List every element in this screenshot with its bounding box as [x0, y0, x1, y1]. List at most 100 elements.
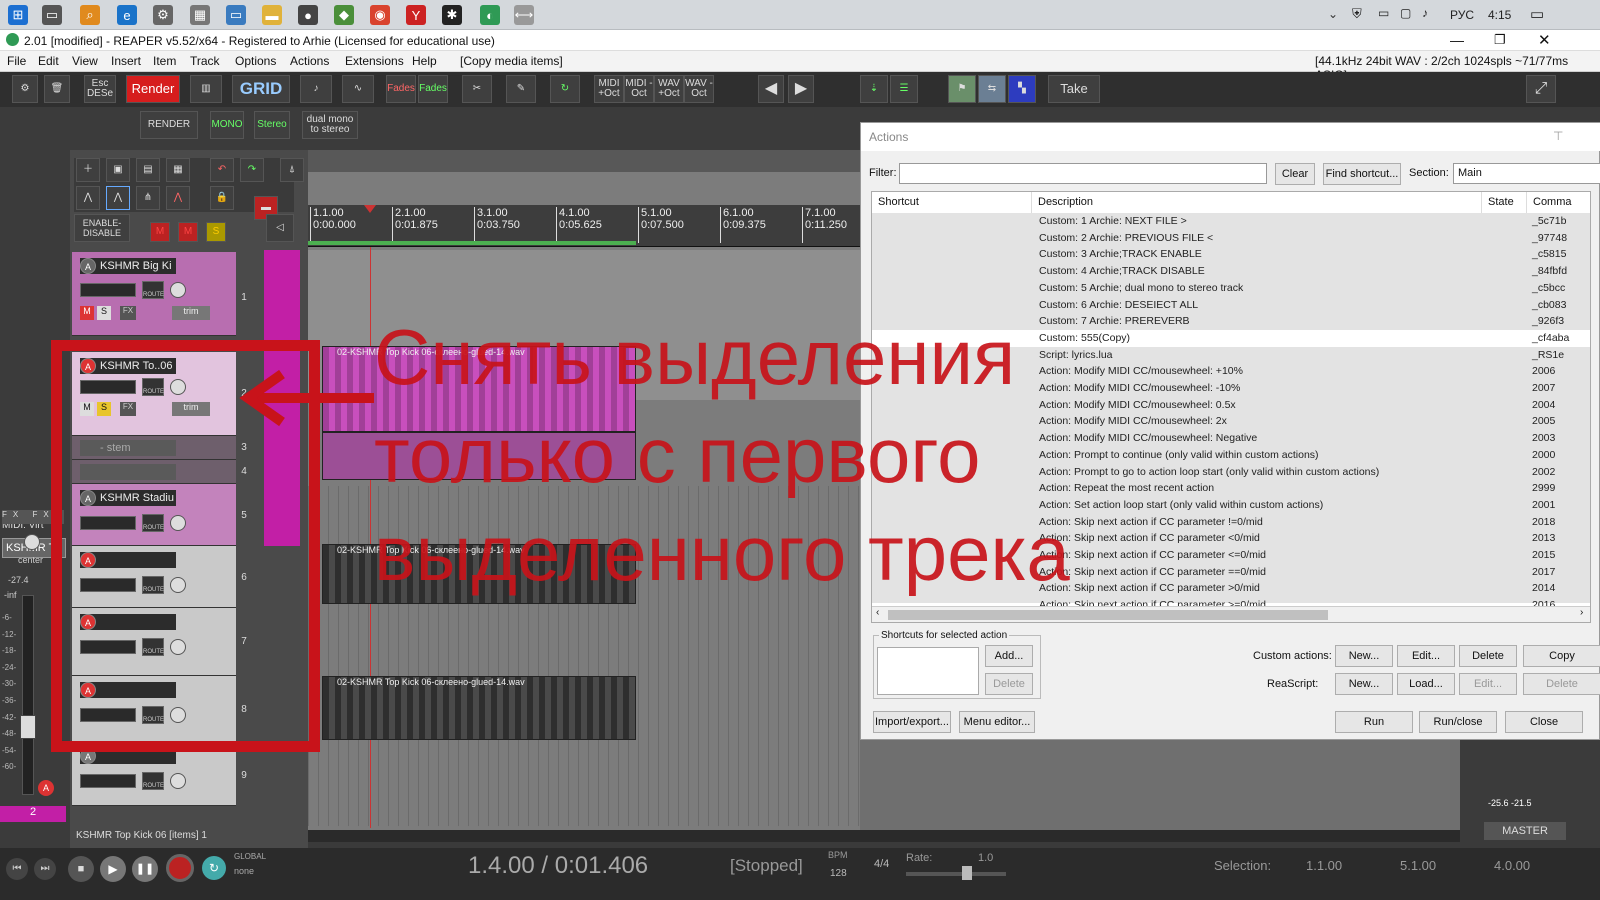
- unmute-all-button[interactable]: M: [178, 222, 198, 242]
- notifications-icon[interactable]: ▭: [1530, 5, 1544, 23]
- fx-button[interactable]: FX: [120, 306, 136, 320]
- render-button[interactable]: Render: [126, 75, 180, 103]
- monitor-icon[interactable]: ▭: [226, 5, 246, 25]
- midi-oct-down-button[interactable]: MIDI -Oct: [624, 75, 654, 103]
- menu-help[interactable]: Help: [412, 54, 437, 68]
- volume-icon[interactable]: ♪: [1422, 6, 1428, 20]
- pan-knob[interactable]: [24, 534, 40, 550]
- rate-slider[interactable]: [906, 872, 1006, 876]
- yandex-icon[interactable]: Y: [406, 5, 426, 25]
- reaper-icon[interactable]: ◐: [480, 5, 500, 25]
- import-export-button[interactable]: Import/export...: [873, 711, 951, 733]
- close-button[interactable]: Close: [1505, 711, 1583, 733]
- run-button[interactable]: Run: [1335, 711, 1413, 733]
- menu-editor-button[interactable]: Menu editor...: [959, 711, 1035, 733]
- new-track-icon[interactable]: ＋: [76, 158, 100, 182]
- route-button[interactable]: ROUTE: [142, 281, 164, 299]
- pause-button[interactable]: ❚❚: [132, 856, 158, 882]
- volume-fader-track[interactable]: [22, 595, 34, 795]
- app-icon-3[interactable]: ✱: [442, 5, 462, 25]
- copy-custom-action-button[interactable]: Copy: [1523, 645, 1600, 667]
- action-row[interactable]: Custom: 5 Archie; dual mono to stereo tr…: [872, 280, 1590, 297]
- menu-options[interactable]: Options: [235, 54, 276, 68]
- search-icon[interactable]: ⌕: [80, 5, 100, 25]
- track-info-icon[interactable]: ▦: [166, 158, 190, 182]
- go-to-start-button[interactable]: ⏮: [6, 858, 28, 880]
- shield-icon[interactable]: ⛨: [1352, 6, 1362, 22]
- edit-reascript-button[interactable]: Edit...: [1459, 673, 1517, 695]
- menu-edit[interactable]: Edit: [38, 54, 59, 68]
- fullscreen-icon[interactable]: ⤢: [1526, 75, 1556, 103]
- split-icon[interactable]: ✂: [462, 75, 492, 103]
- list-icon[interactable]: ☰: [890, 75, 918, 103]
- bpm-value[interactable]: 128: [830, 868, 847, 879]
- next-arrow-icon[interactable]: ▶: [788, 75, 814, 103]
- menu-extensions[interactable]: Extensions: [345, 54, 404, 68]
- envelope-point-icon[interactable]: ⋀: [76, 186, 100, 210]
- repeat-button[interactable]: ↻: [202, 856, 226, 880]
- playhead-marker-icon[interactable]: [364, 205, 376, 213]
- undo-icon[interactable]: ↶: [210, 158, 234, 182]
- edge-icon[interactable]: e: [117, 5, 137, 25]
- delete-custom-action-button[interactable]: Delete: [1459, 645, 1517, 667]
- dual-mono-to-stereo-button[interactable]: dual mono to stereo: [302, 111, 358, 139]
- windows-start-icon[interactable]: ⊞: [8, 5, 28, 25]
- col-shortcut[interactable]: Shortcut: [872, 192, 1032, 213]
- pan-knob[interactable]: [170, 773, 186, 789]
- wav-oct-up-button[interactable]: WAV +Oct: [654, 75, 684, 103]
- pencil-icon[interactable]: ✎: [506, 75, 536, 103]
- tray-chevron-icon[interactable]: ⌄: [1328, 7, 1338, 21]
- midi-oct-up-button[interactable]: MIDI +Oct: [594, 75, 624, 103]
- mute-button[interactable]: M: [80, 306, 94, 320]
- mute-all-button[interactable]: M: [150, 222, 170, 242]
- redo-icon[interactable]: ↷: [240, 158, 264, 182]
- volume-fader-handle[interactable]: [20, 715, 36, 739]
- select-envelope-icon[interactable]: ⋀: [106, 186, 130, 210]
- global-automation-label[interactable]: GLOBAL: [234, 852, 266, 861]
- master-label[interactable]: MASTER: [1484, 822, 1566, 840]
- pan-knob[interactable]: [170, 282, 186, 298]
- menu-track[interactable]: Track: [190, 54, 220, 68]
- trim-button[interactable]: trim: [172, 306, 210, 320]
- find-shortcut-button[interactable]: Find shortcut...: [1323, 163, 1401, 185]
- record-arm-button[interactable]: A: [80, 258, 96, 274]
- rate-slider-handle[interactable]: [962, 866, 972, 880]
- section-select[interactable]: Main: [1453, 163, 1600, 184]
- col-description[interactable]: Description: [1032, 192, 1482, 213]
- run-close-button[interactable]: Run/close: [1419, 711, 1497, 733]
- take-button[interactable]: Take: [1048, 75, 1100, 103]
- play-button[interactable]: ▶: [100, 856, 126, 882]
- mono-button[interactable]: MONO: [210, 111, 244, 139]
- menu-actions[interactable]: Actions: [290, 54, 329, 68]
- menu-view[interactable]: View: [72, 54, 98, 68]
- grid-button[interactable]: GRID: [232, 75, 290, 103]
- tuning-fork-icon[interactable]: ⍋: [280, 158, 304, 182]
- minimize-button[interactable]: —: [1450, 32, 1464, 48]
- scroll-left-icon[interactable]: ‹: [876, 607, 879, 618]
- go-to-end-button[interactable]: ⏭: [34, 858, 56, 880]
- record-button[interactable]: [166, 854, 194, 882]
- col-command[interactable]: Comma: [1527, 192, 1590, 213]
- collapse-icon[interactable]: ◁: [266, 214, 294, 242]
- delete-shortcut-button[interactable]: Delete: [985, 673, 1033, 695]
- track-template-icon[interactable]: ▣: [106, 158, 130, 182]
- trash-icon[interactable]: 🗑: [44, 75, 70, 103]
- language-indicator[interactable]: РУС: [1450, 8, 1474, 22]
- wav-oct-down-button[interactable]: WAV -Oct: [684, 75, 714, 103]
- close-window-button[interactable]: ✕: [1538, 31, 1551, 49]
- import-icon[interactable]: ⇣: [860, 75, 888, 103]
- lock-icon[interactable]: 🔒: [210, 186, 234, 210]
- network-icon[interactable]: ▢: [1400, 6, 1411, 20]
- envelope-add-icon[interactable]: ⋀: [166, 186, 190, 210]
- filter-input[interactable]: [899, 163, 1267, 184]
- action-row[interactable]: Custom: 2 Archie: PREVIOUS FILE < _97748: [872, 230, 1590, 247]
- mixer-arm-button[interactable]: A: [38, 780, 54, 796]
- color-icon[interactable]: ♪: [300, 75, 332, 103]
- fades-button-2[interactable]: Fades: [418, 75, 448, 103]
- volume-fader[interactable]: [80, 283, 136, 297]
- store-icon[interactable]: ▦: [190, 5, 210, 25]
- folder-track-icon[interactable]: ▤: [136, 158, 160, 182]
- scroll-right-icon[interactable]: ›: [1580, 607, 1583, 618]
- delete-reascript-button[interactable]: Delete: [1523, 673, 1600, 695]
- menu-item[interactable]: Item: [153, 54, 176, 68]
